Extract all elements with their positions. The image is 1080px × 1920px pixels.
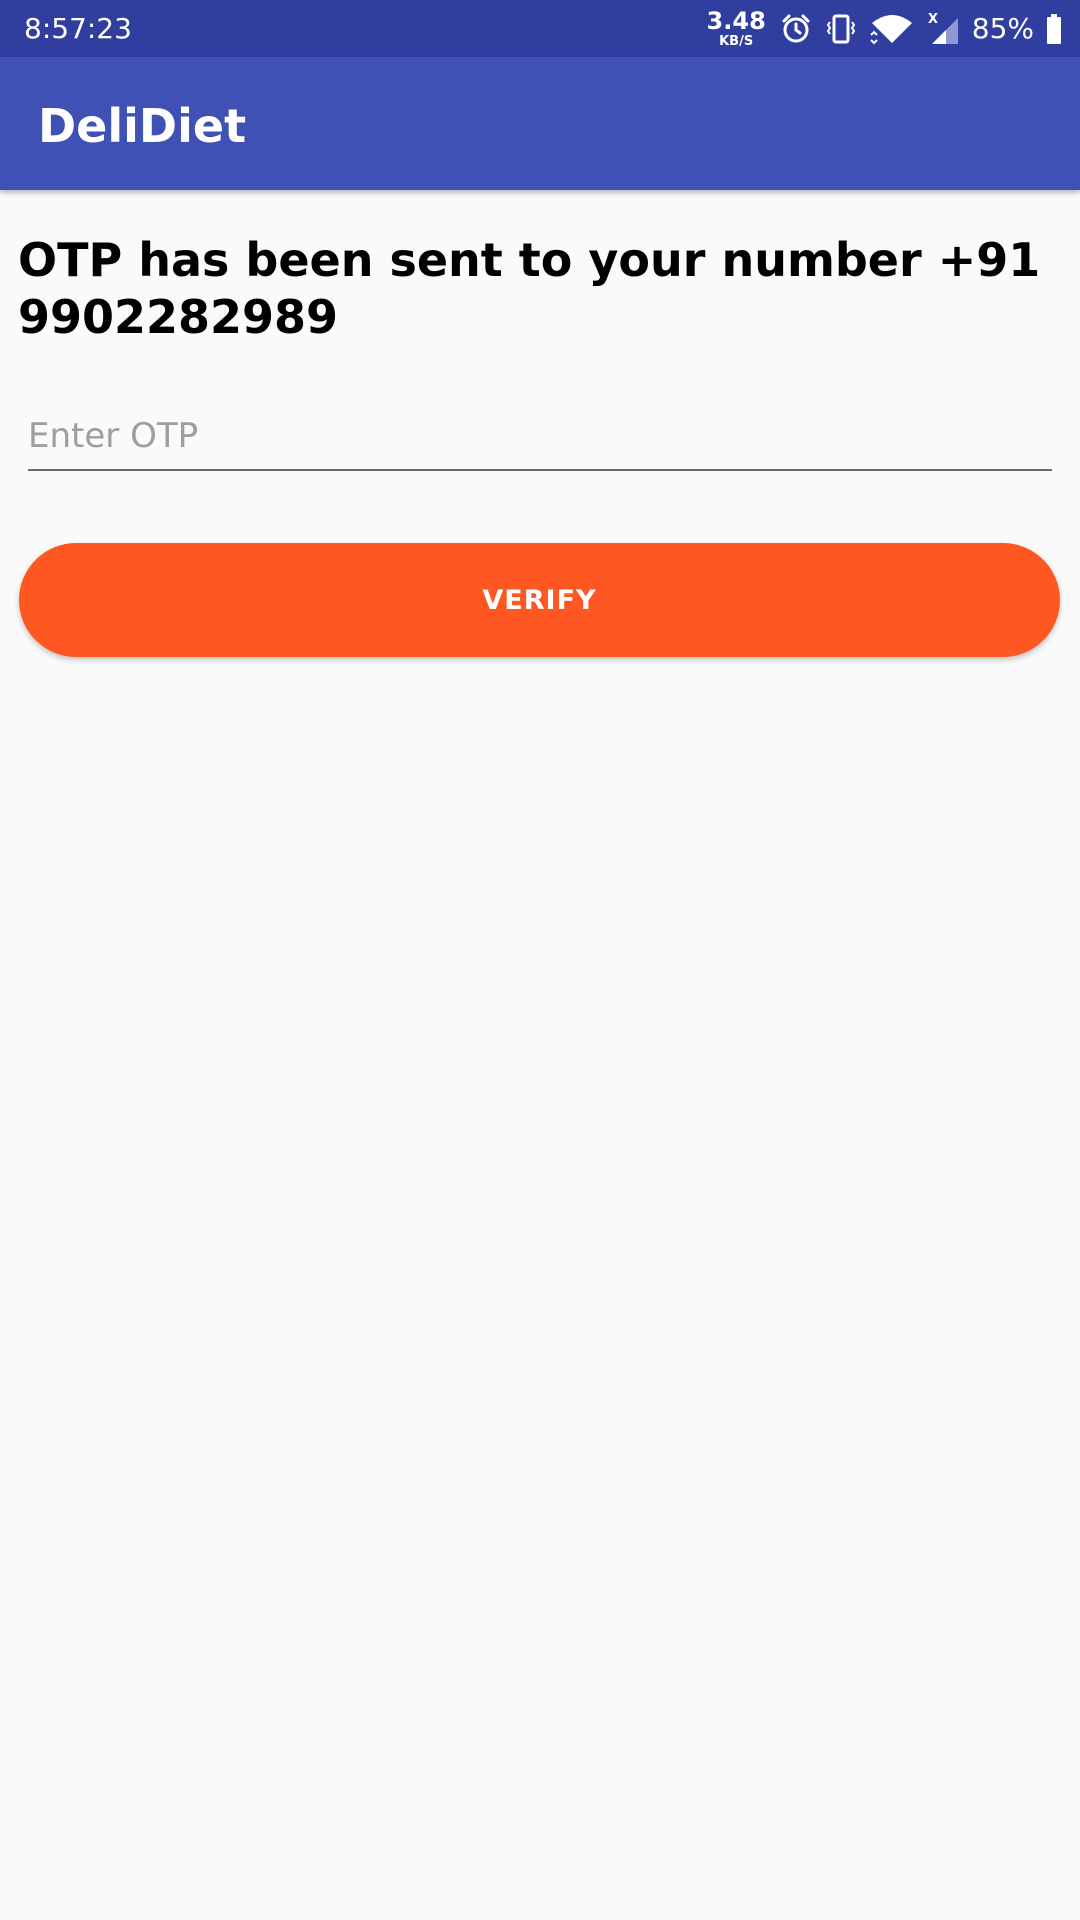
vibrate-icon <box>824 13 858 45</box>
cell-signal-icon: X <box>926 12 960 46</box>
battery-icon <box>1046 13 1062 44</box>
status-bar: 8:57:23 3.48 KB/S X 85% <box>0 0 1080 57</box>
status-icons: 3.48 KB/S X 85% <box>707 0 1062 57</box>
app-bar: DeliDiet <box>0 57 1080 190</box>
network-speed-unit: KB/S <box>719 34 754 49</box>
otp-input[interactable] <box>28 405 1052 467</box>
battery-percent: 85% <box>971 12 1034 45</box>
alarm-icon <box>780 13 812 45</box>
otp-sent-message: OTP has been sent to your number +91 990… <box>18 233 1041 344</box>
verify-button[interactable]: VERIFY <box>19 543 1060 657</box>
wifi-icon <box>870 13 914 45</box>
network-speed: 3.48 KB/S <box>707 9 766 48</box>
network-speed-value: 3.48 <box>706 7 766 35</box>
otp-field <box>28 405 1052 471</box>
app-title: DeliDiet <box>38 99 247 153</box>
status-time: 8:57:23 <box>24 12 132 45</box>
svg-text:X: X <box>928 12 938 27</box>
